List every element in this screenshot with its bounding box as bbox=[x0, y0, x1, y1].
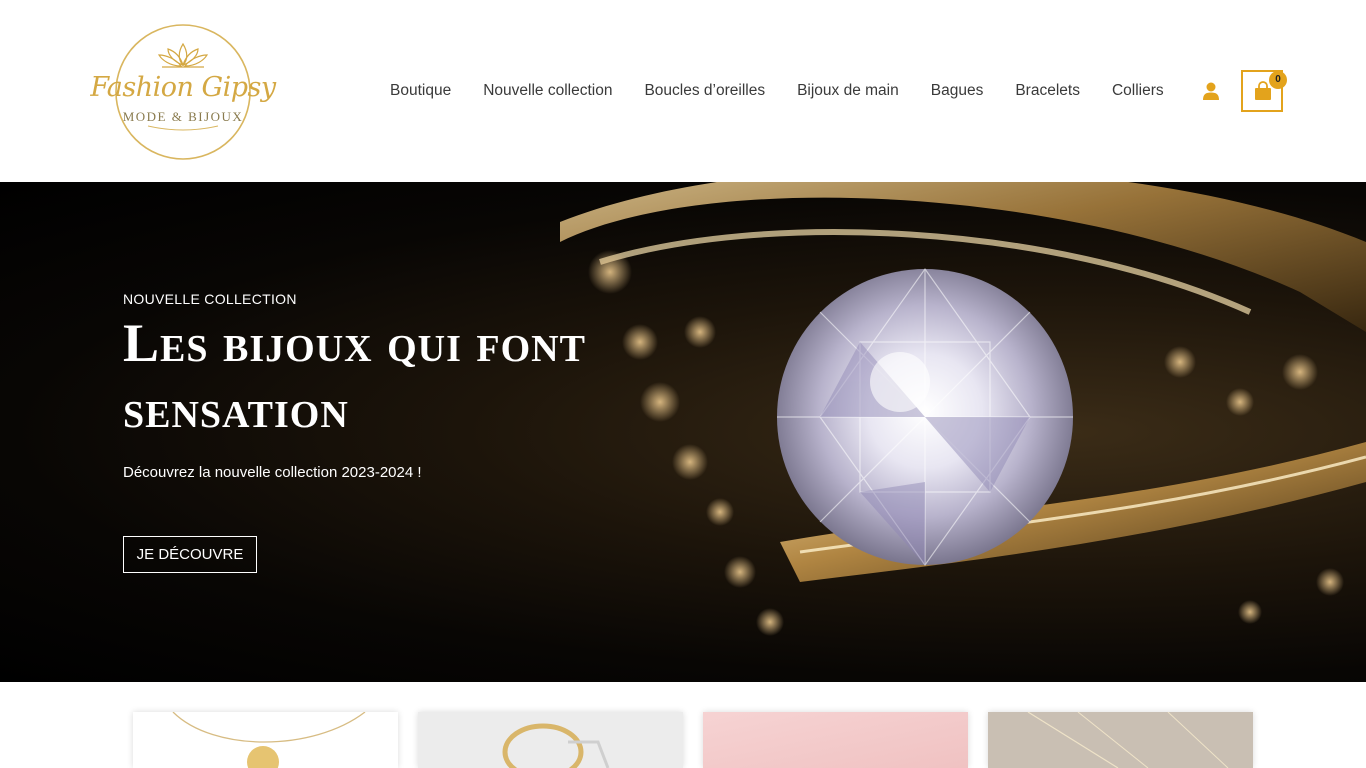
ring-image bbox=[418, 712, 683, 768]
hero-subtitle: Découvrez la nouvelle collection 2023-20… bbox=[123, 464, 422, 481]
product-cards bbox=[133, 712, 1253, 768]
user-icon[interactable] bbox=[1201, 81, 1221, 101]
brand-name: Fashion Gipsy bbox=[90, 72, 276, 103]
brand-tagline: MODE & BIJOUX bbox=[122, 109, 244, 124]
product-card-ring[interactable] bbox=[418, 712, 683, 768]
site-header: Fashion Gipsy MODE & BIJOUX Boutique Nou… bbox=[0, 0, 1366, 182]
hero-eyebrow: NOUVELLE COLLECTION bbox=[123, 291, 297, 307]
discover-button[interactable]: JE DÉCOUVRE bbox=[123, 536, 257, 573]
brand-logo[interactable]: Fashion Gipsy MODE & BIJOUX bbox=[88, 22, 278, 162]
nav-item-boucles-oreilles[interactable]: Boucles d’oreilles bbox=[628, 80, 781, 102]
pink-jewel-image bbox=[703, 712, 968, 768]
product-card-pink[interactable] bbox=[703, 712, 968, 768]
product-card-necklace[interactable] bbox=[133, 712, 398, 768]
product-card-chain[interactable] bbox=[988, 712, 1253, 768]
hero-title: Les bijoux qui font sensation bbox=[123, 313, 586, 439]
main-navigation: Boutique Nouvelle collection Boucles d’o… bbox=[374, 80, 1180, 102]
necklace-pendant-image bbox=[133, 712, 398, 768]
hero-banner: NOUVELLE COLLECTION Les bijoux qui font … bbox=[0, 182, 1366, 682]
nav-item-bagues[interactable]: Bagues bbox=[915, 80, 1000, 102]
nav-item-boutique[interactable]: Boutique bbox=[374, 80, 467, 102]
nav-item-nouvelle-collection[interactable]: Nouvelle collection bbox=[467, 80, 628, 102]
nav-item-colliers[interactable]: Colliers bbox=[1096, 80, 1180, 102]
nav-item-bijoux-de-main[interactable]: Bijoux de main bbox=[781, 80, 915, 102]
cart-count-badge: 0 bbox=[1269, 71, 1287, 89]
nav-item-bracelets[interactable]: Bracelets bbox=[999, 80, 1096, 102]
chain-necklace-image bbox=[988, 712, 1253, 768]
